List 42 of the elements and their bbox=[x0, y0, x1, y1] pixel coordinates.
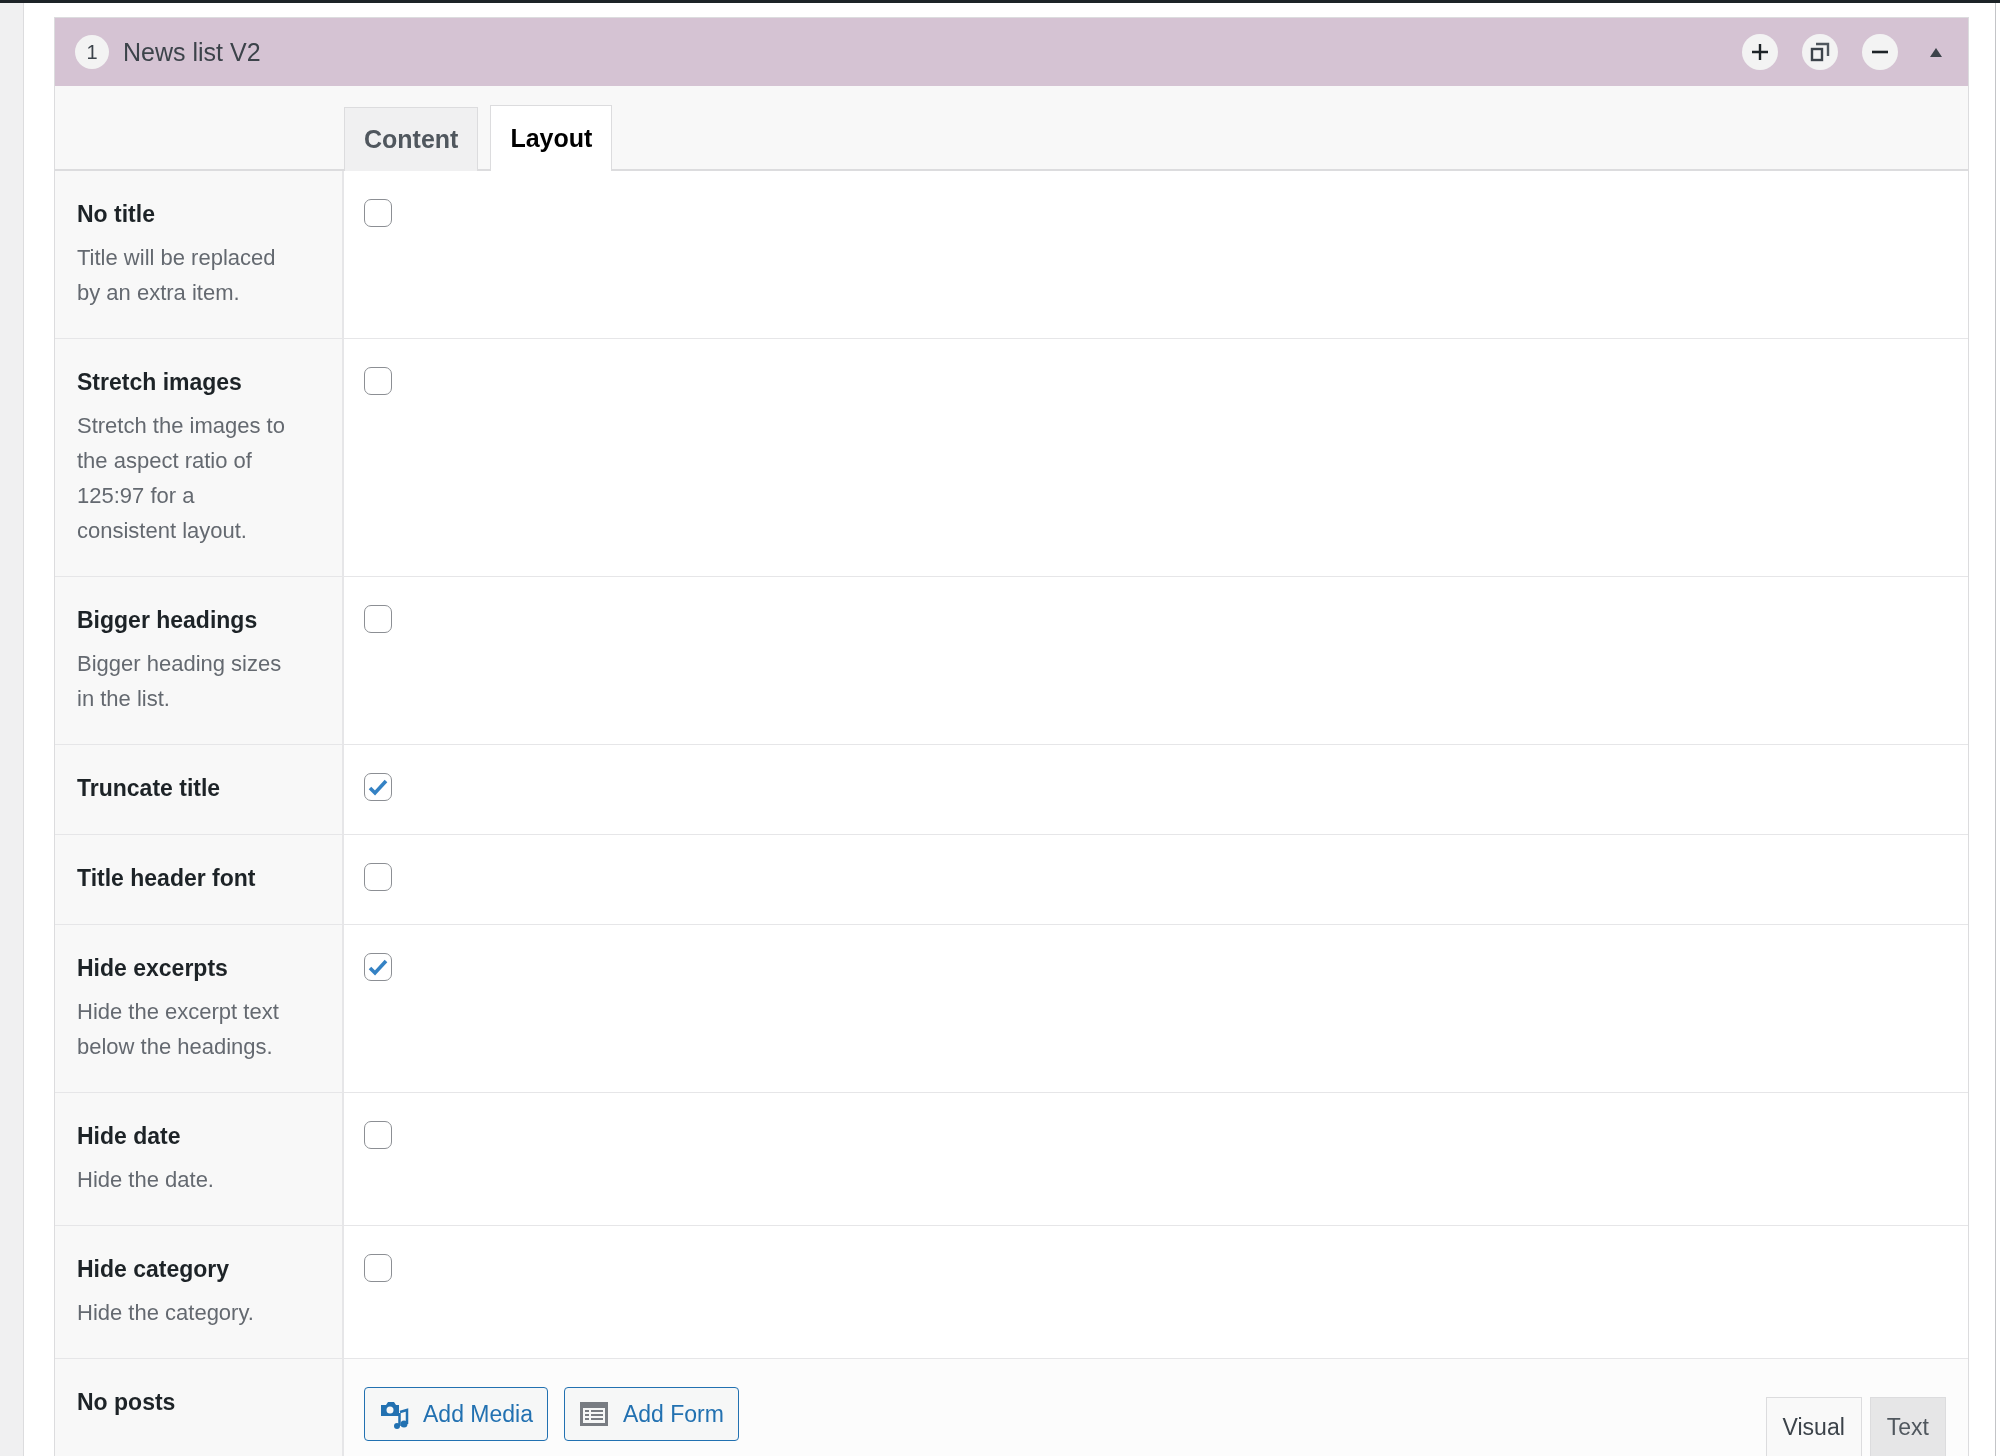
option-description: Title will be replaced by an extra item. bbox=[77, 244, 277, 307]
toolbar-button[interactable]: Add Form bbox=[563, 1387, 739, 1441]
option-label: Bigger headings bbox=[77, 606, 259, 635]
option-description: Hide the excerpt text below the headings. bbox=[77, 998, 280, 1061]
toolbar-button[interactable]: Add Media bbox=[364, 1387, 548, 1441]
option-description: Hide the category. bbox=[77, 1299, 255, 1327]
collapse-icon[interactable] bbox=[1930, 47, 1942, 57]
minus-icon bbox=[1871, 50, 1889, 54]
editor-tab[interactable]: Visual bbox=[1765, 1397, 1862, 1456]
option-description: Bigger heading sizes in the list. bbox=[77, 650, 283, 713]
add-button[interactable] bbox=[1742, 34, 1778, 70]
block-title: News list V2 bbox=[123, 37, 262, 67]
checkbox[interactable] bbox=[364, 605, 392, 633]
tab[interactable]: Content bbox=[344, 107, 479, 171]
option-label: Hide date bbox=[77, 1122, 182, 1151]
form-icon bbox=[578, 1401, 609, 1427]
option-label: No posts bbox=[77, 1389, 176, 1415]
check-icon bbox=[368, 958, 388, 976]
checkbox[interactable] bbox=[364, 863, 392, 891]
option-description: Stretch the images to the aspect ratio of 125:97 for a consistent layout. bbox=[77, 412, 286, 545]
block-number: 1 bbox=[75, 35, 109, 69]
camera-music-icon bbox=[379, 1399, 409, 1429]
checkbox[interactable] bbox=[364, 953, 392, 981]
option-label: Hide excerpts bbox=[77, 954, 229, 983]
editor-tab[interactable]: Text bbox=[1869, 1397, 1946, 1456]
checkbox[interactable] bbox=[364, 1254, 392, 1282]
option-description: Hide the date. bbox=[77, 1166, 215, 1194]
duplicate-icon bbox=[1810, 42, 1830, 62]
checkbox[interactable] bbox=[364, 367, 392, 395]
check-icon bbox=[368, 778, 388, 796]
checkbox[interactable] bbox=[364, 1121, 392, 1149]
option-label: Hide category bbox=[77, 1255, 231, 1284]
option-label: Stretch images bbox=[77, 368, 243, 397]
option-label: Truncate title bbox=[77, 774, 222, 803]
plus-icon bbox=[1751, 43, 1769, 61]
checkbox[interactable] bbox=[364, 773, 392, 801]
option-label: Title header font bbox=[77, 864, 257, 893]
tab[interactable]: Layout bbox=[490, 105, 613, 171]
option-label: No title bbox=[77, 200, 156, 229]
remove-button[interactable] bbox=[1862, 34, 1898, 70]
duplicate-button[interactable] bbox=[1802, 34, 1838, 70]
checkbox[interactable] bbox=[364, 199, 392, 227]
